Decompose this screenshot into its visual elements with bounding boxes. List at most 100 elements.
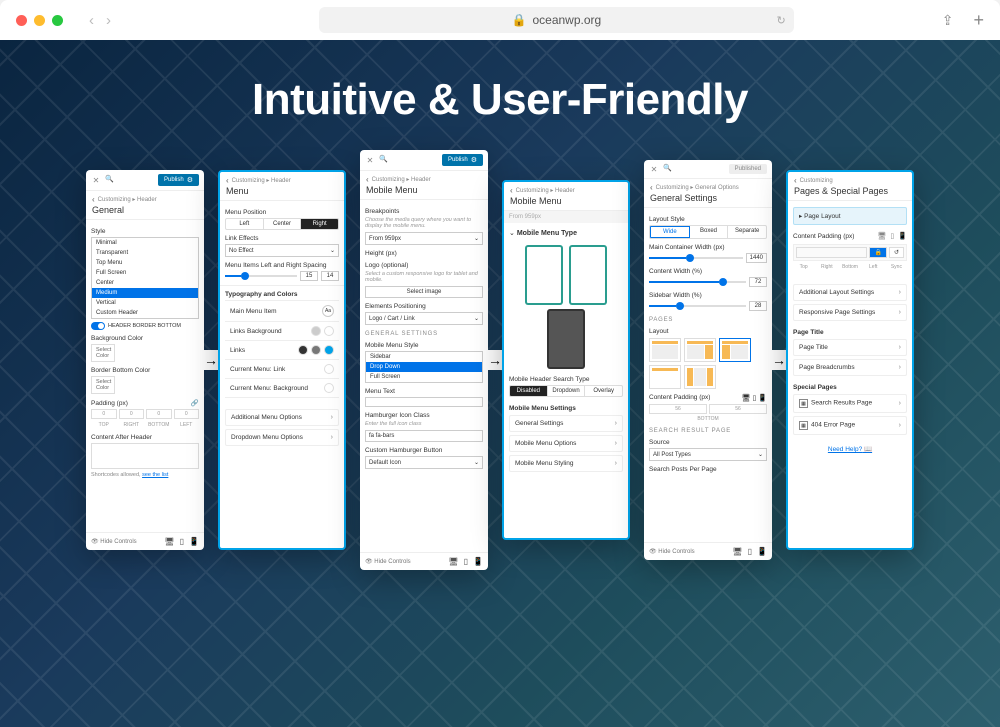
mobile-preview-1[interactable]	[525, 245, 563, 305]
search-icon[interactable]: 🔍	[663, 164, 673, 174]
select-color-button[interactable]: Select Color	[91, 376, 115, 394]
mobile-style-dropdown[interactable]: Sidebar Drop Down Full Screen	[365, 351, 483, 383]
desktop-icon[interactable]: 🖥	[164, 537, 174, 546]
chevron-down-icon[interactable]: ⌄	[509, 229, 515, 237]
mobile-icon[interactable]: 📱	[189, 537, 199, 546]
mobile-preview-2[interactable]	[569, 245, 607, 305]
refresh-icon[interactable]: ↻	[777, 14, 786, 27]
visibility-icon: 👁	[91, 538, 99, 545]
spacing-slider[interactable]: 15 14	[225, 271, 339, 281]
desktop-icon[interactable]: 🖥	[732, 547, 742, 556]
publish-button[interactable]: Publish⚙	[442, 154, 483, 166]
elements-select[interactable]: Logo / Cart / Link⌄	[365, 312, 483, 325]
typography-icon[interactable]: Aa	[322, 305, 334, 317]
select-image-button[interactable]: Select image	[365, 286, 483, 298]
publish-button[interactable]: Publish⚙	[158, 174, 199, 186]
responsive-page-link[interactable]: Responsive Page Settings›	[793, 304, 907, 321]
minimize-window-icon[interactable]	[34, 15, 45, 26]
menu-text-input[interactable]	[365, 397, 483, 407]
back-icon[interactable]: ‹	[650, 183, 653, 192]
link-icon[interactable]: 🔗	[191, 399, 199, 407]
content-width-slider[interactable]: 72	[649, 277, 767, 287]
back-icon[interactable]: ‹	[510, 186, 513, 195]
custom-hamburger-select[interactable]: Default Icon⌄	[365, 456, 483, 469]
additional-layout-link[interactable]: Additional Layout Settings›	[793, 284, 907, 301]
back-icon[interactable]: ‹	[226, 176, 229, 185]
close-icon[interactable]: ✕	[365, 155, 375, 165]
padding-top[interactable]: 0	[91, 409, 117, 419]
close-window-icon[interactable]	[16, 15, 27, 26]
back-icon[interactable]: ‹	[366, 175, 369, 184]
layout-style-segment[interactable]: Wide Boxed Separate	[649, 225, 767, 239]
nav-arrows: ‹ ›	[89, 12, 111, 29]
tablet-icon[interactable]: ▯	[748, 547, 752, 556]
sidebar-width-slider[interactable]: 28	[649, 301, 767, 311]
search-results-link[interactable]: ▦Search Results Page›	[793, 394, 907, 413]
breakpoint-select[interactable]: From 959px⌄	[365, 232, 483, 245]
back-icon[interactable]: ‹	[89, 12, 94, 29]
back-icon[interactable]: ‹	[92, 195, 95, 204]
chevron-down-icon: ⌄	[474, 235, 479, 242]
style-dropdown-open[interactable]: Minimal Transparent Top Menu Full Screen…	[91, 237, 199, 319]
general-settings-link[interactable]: General Settings›	[509, 415, 623, 432]
panel-title: General	[86, 205, 204, 220]
search-icon[interactable]: 🔍	[379, 155, 389, 165]
chevron-down-icon: ⌄	[474, 459, 479, 466]
close-icon[interactable]: ✕	[91, 175, 101, 185]
tablet-icon[interactable]: ▯	[180, 537, 184, 546]
select-color-button[interactable]: Select Color	[91, 344, 115, 362]
page-icon: ▦	[799, 421, 808, 430]
mobile-menu-options-link[interactable]: Mobile Menu Options›	[509, 435, 623, 452]
content-textarea[interactable]	[91, 443, 199, 469]
chevron-down-icon: ⌄	[474, 315, 479, 322]
url-bar[interactable]: 🔒 oceanwp.org ↻	[319, 7, 794, 33]
reset-icon[interactable]: ↺	[889, 247, 904, 258]
menu-position-segment[interactable]: Left Center Right	[225, 218, 339, 230]
padding-right[interactable]: 0	[119, 409, 145, 419]
mobile-menu-styling-link[interactable]: Mobile Menu Styling›	[509, 455, 623, 472]
close-icon[interactable]: ✕	[649, 164, 659, 174]
search-type-segment[interactable]: Disabled Dropdown Overlay	[509, 385, 623, 397]
dropdown-menu-link[interactable]: Dropdown Menu Options›	[225, 429, 339, 446]
page-layout-link[interactable]: ▸ Page Layout	[793, 207, 907, 225]
mobile-preview-3[interactable]	[547, 309, 585, 369]
mobile-icon[interactable]: 📱	[757, 547, 767, 556]
padding-bottom[interactable]: 0	[146, 409, 172, 419]
mobile-icon[interactable]: 📱	[473, 557, 483, 566]
arrow-icon: →	[204, 350, 218, 370]
link-effects-select[interactable]: No Effect⌄	[225, 244, 339, 257]
main-width-slider[interactable]: 1440	[649, 253, 767, 263]
chevron-right-icon: ›	[331, 434, 333, 441]
header-border-toggle[interactable]	[91, 322, 105, 330]
back-icon[interactable]: ‹	[794, 176, 797, 185]
additional-menu-link[interactable]: Additional Menu Options›	[225, 409, 339, 426]
page-title-link[interactable]: Page Title›	[793, 339, 907, 356]
new-tab-icon[interactable]: +	[973, 10, 984, 31]
404-error-link[interactable]: ▦404 Error Page›	[793, 416, 907, 435]
padding-left[interactable]: 0	[174, 409, 200, 419]
share-icon[interactable]: ⇪	[942, 12, 954, 29]
panels-row: ✕ 🔍 Publish⚙ ‹Customizing ▸ Header Gener…	[0, 150, 1000, 570]
lock-icon[interactable]: 🔒	[869, 247, 886, 258]
search-icon[interactable]: 🔍	[105, 175, 115, 185]
desktop-icon[interactable]: 🖥	[448, 557, 458, 566]
shortcodes-link[interactable]: see the list	[142, 472, 168, 478]
layout-option[interactable]	[649, 365, 681, 389]
customizer-panel-general: ✕ 🔍 Publish⚙ ‹Customizing ▸ Header Gener…	[86, 170, 204, 550]
layout-option-selected[interactable]	[719, 338, 751, 362]
need-help-link[interactable]: Need Help? 📖	[793, 445, 907, 453]
tablet-icon[interactable]: ▯	[464, 557, 468, 566]
layout-option[interactable]	[649, 338, 681, 362]
source-select[interactable]: All Post Types⌄	[649, 448, 767, 461]
page-breadcrumbs-link[interactable]: Page Breadcrumbs›	[793, 359, 907, 376]
forward-icon[interactable]: ›	[106, 12, 111, 29]
hamburger-class-input[interactable]: fa fa-bars	[365, 430, 483, 442]
maximize-window-icon[interactable]	[52, 15, 63, 26]
window-controls	[16, 15, 63, 26]
gear-icon[interactable]: ⚙	[187, 176, 193, 184]
gear-icon: ⚙	[471, 156, 477, 164]
devices-icons[interactable]: 🖥 ▯ 📱	[742, 394, 767, 402]
arrow-icon: →	[772, 350, 786, 370]
layout-option[interactable]	[684, 365, 716, 389]
layout-option[interactable]	[684, 338, 716, 362]
